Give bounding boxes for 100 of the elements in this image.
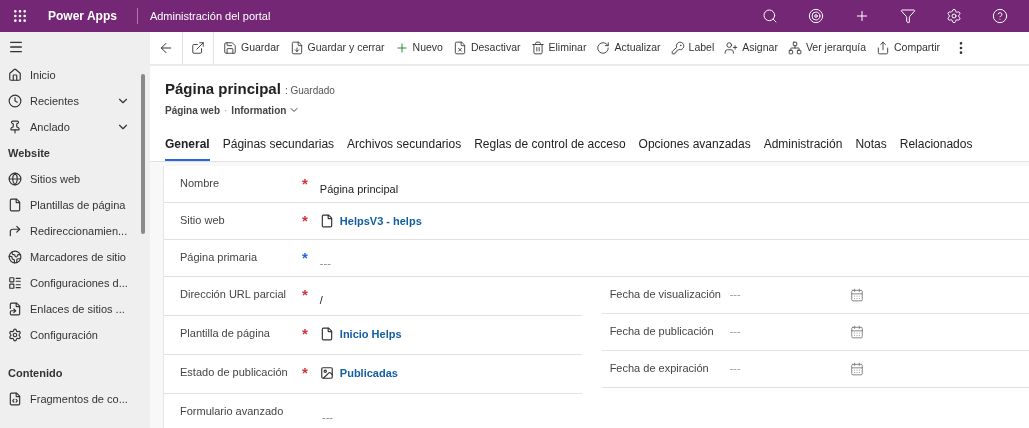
key-icon — [670, 41, 685, 55]
toolbar-button[interactable]: Guardar — [218, 32, 285, 64]
field-label: Fecha de publicación — [609, 323, 715, 339]
tab[interactable]: Páginas secundarias — [222, 134, 335, 161]
plus-icon — [394, 41, 409, 55]
toolbar-button[interactable]: Eliminar — [525, 32, 592, 64]
field-value: --- — [729, 324, 742, 340]
toolbar-button[interactable]: Asignar — [719, 32, 783, 64]
nav-icon — [8, 328, 22, 342]
save-close-icon — [289, 41, 304, 55]
field-label: Fecha de expiración — [609, 360, 710, 376]
field-label: Formulario avanzado — [180, 403, 285, 419]
field-label: Sitio web — [180, 212, 226, 228]
hierarchy-icon — [787, 41, 802, 55]
document-x-icon — [452, 41, 467, 55]
trash-icon — [530, 41, 545, 55]
toolbar-button[interactable]: Compartir — [871, 32, 946, 64]
field-label: Dirección URL parcial — [180, 286, 287, 302]
required-mark: * — [302, 325, 308, 341]
nav-icon — [8, 392, 22, 406]
lookup-link[interactable]: Inicio Helps — [339, 325, 402, 342]
tab[interactable]: Reglas de control de acceso — [474, 134, 626, 161]
tab[interactable]: Notas — [855, 134, 887, 161]
separator-dot: · — [224, 103, 228, 118]
field-label: Estado de publicación — [180, 364, 289, 380]
tab[interactable]: Archivos secundarios — [347, 134, 462, 161]
calendar-icon[interactable] — [849, 324, 864, 339]
target-icon[interactable] — [808, 8, 824, 24]
nav-item[interactable]: Fragmentos de co... — [0, 386, 150, 412]
field-value[interactable]: Página principal — [319, 182, 399, 195]
app-launcher-icon[interactable] — [12, 8, 28, 24]
calendar-icon[interactable] — [849, 287, 864, 302]
filter-icon[interactable] — [900, 8, 916, 24]
field-value: --- — [322, 410, 333, 423]
nav-icon — [8, 68, 22, 82]
search-icon[interactable] — [762, 8, 778, 24]
share-icon — [876, 41, 890, 55]
save-icon — [223, 41, 237, 55]
group-title: Contenido — [7, 365, 64, 381]
nav-icon — [8, 224, 22, 238]
required-mark: * — [302, 286, 308, 302]
field-label: Nombre — [180, 175, 221, 191]
nav-item[interactable]: Redireccionamien... — [0, 218, 150, 244]
save-status: : Guardado — [284, 84, 335, 98]
toolbar-button[interactable]: Ver jerarquía — [782, 32, 871, 64]
required-mark: * — [302, 212, 308, 228]
record-title: Página principal — [165, 79, 281, 99]
lookup-link[interactable]: HelpsV3 - helps — [339, 212, 422, 229]
nav-icon — [8, 302, 22, 316]
nav-icon — [8, 172, 22, 186]
tab[interactable]: Opciones avanzadas — [638, 134, 751, 161]
nav-icon — [8, 120, 22, 134]
required-mark: * — [302, 175, 308, 191]
menu-icon[interactable] — [8, 39, 24, 55]
field-value: --- — [319, 256, 331, 269]
nav-item[interactable]: Configuraciones d... — [0, 270, 150, 296]
refresh-icon — [596, 41, 611, 55]
popout-icon[interactable] — [191, 41, 205, 55]
field-label: Plantilla de página — [180, 325, 271, 341]
app-name[interactable]: Power Apps — [40, 7, 125, 25]
back-icon[interactable] — [158, 40, 174, 56]
field-label: Página primaria — [180, 249, 259, 265]
lookup-link[interactable]: Publicadas — [339, 364, 398, 381]
nav-item[interactable]: Anclado — [0, 114, 150, 140]
nav-icon — [8, 276, 22, 290]
nav-item[interactable]: Marcadores de sitio — [0, 244, 150, 270]
entity-name: Página web — [165, 103, 220, 118]
settings-icon[interactable] — [946, 8, 962, 24]
nav-item[interactable]: Enlaces de sitios ... — [0, 296, 150, 322]
scrollbar[interactable] — [141, 74, 145, 234]
field-label: Fecha de visualización — [609, 286, 722, 302]
area-title: Administración del portal — [149, 8, 271, 24]
nav-item[interactable]: Recientes — [0, 88, 150, 114]
nav-icon — [8, 94, 22, 108]
group-title: Website — [7, 145, 51, 161]
calendar-icon[interactable] — [849, 361, 864, 376]
nav-item[interactable]: Configuración — [0, 322, 150, 348]
toolbar-button[interactable]: Actualizar — [591, 32, 666, 64]
lookup-icon — [319, 213, 334, 228]
field-value[interactable]: / — [319, 293, 323, 306]
form-selector[interactable]: Information — [231, 102, 301, 118]
help-icon[interactable] — [992, 8, 1008, 24]
nav-icon — [8, 250, 22, 264]
toolbar-button[interactable]: Label — [665, 32, 720, 64]
nav-item[interactable]: Inicio — [0, 62, 150, 88]
field-value: --- — [729, 361, 742, 377]
nav-item[interactable]: Sitios web — [0, 166, 150, 192]
toolbar-button[interactable]: Nuevo — [389, 32, 448, 64]
person-add-icon — [724, 41, 739, 55]
lookup-icon — [319, 326, 334, 341]
nav-item[interactable]: Plantillas de página — [0, 192, 150, 218]
tab[interactable]: Relacionados — [899, 134, 973, 161]
toolbar-button[interactable]: Guardar y cerrar — [284, 32, 390, 64]
lookup-icon — [319, 365, 334, 380]
plus-icon[interactable] — [854, 8, 870, 24]
tab[interactable]: Administración — [763, 134, 843, 161]
toolbar-button[interactable]: Desactivar — [447, 32, 526, 64]
nav-icon — [8, 198, 22, 212]
field-value: --- — [729, 287, 742, 303]
required-mark: * — [302, 249, 308, 265]
